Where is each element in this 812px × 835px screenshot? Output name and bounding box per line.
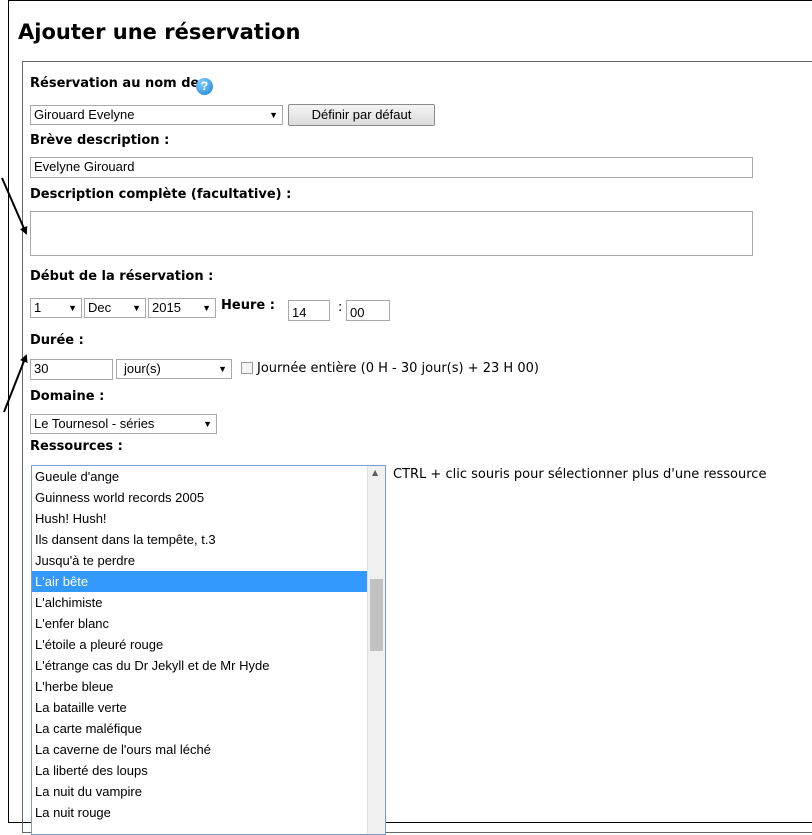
arrow-to-description: [1, 177, 28, 235]
annotation-arrows: [1, 177, 28, 413]
arrow-to-duration: [3, 354, 28, 413]
